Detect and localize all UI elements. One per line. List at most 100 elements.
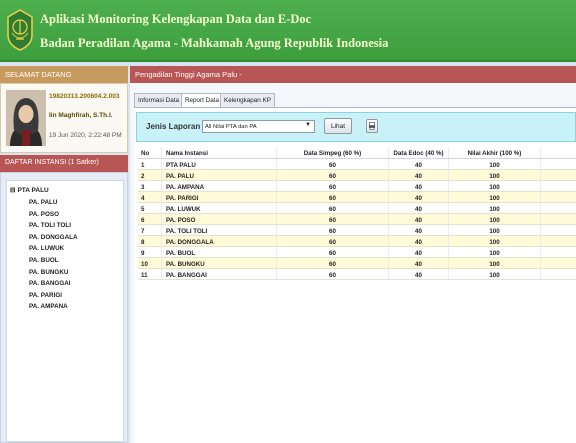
table-row[interactable]: 4 PA. PARIGI 60 40 100 xyxy=(138,192,576,203)
print-icon xyxy=(369,122,375,130)
row-data-simpeg-cell: 60 xyxy=(277,247,389,257)
select-value: All Nilai PTA dan PA xyxy=(205,124,257,130)
row-data-simpeg-cell: 60 xyxy=(277,214,389,224)
row-filler-cell xyxy=(541,159,576,169)
table-row[interactable]: 10 PA. BUNGKU 60 40 100 xyxy=(138,258,576,269)
row-nama-instansi-cell: PA. PARIGI xyxy=(162,192,277,202)
header-nilai-akhir[interactable]: Nilai Akhir (100 %) xyxy=(449,147,541,158)
row-filler-cell xyxy=(541,236,576,246)
header-nama-instansi[interactable]: Nama Instansi xyxy=(162,147,277,158)
row-nama-instansi-cell: PA. BUOL xyxy=(162,247,277,257)
row-no-cell: 6 xyxy=(138,214,162,224)
tree-item[interactable]: PA. TOLI TOLI xyxy=(29,222,78,234)
row-data-simpeg-cell: 60 xyxy=(277,258,389,268)
tree-item[interactable]: PA. BUNGKU xyxy=(29,269,78,281)
user-photo-icon xyxy=(6,90,46,146)
tab-informasi-data[interactable]: Informasi Data xyxy=(134,93,183,107)
instansi-panel: ⊟ PTA PALU PA. PALU PA. POSO PA. TOLI TOL… xyxy=(0,172,128,443)
row-nilai-akhir-cell: 100 xyxy=(449,236,541,246)
row-data-edoc-cell: 40 xyxy=(389,247,449,257)
row-data-edoc-cell: 40 xyxy=(389,170,449,180)
tree-item[interactable]: PA. BANGGAI xyxy=(29,280,78,292)
row-nilai-akhir-cell: 100 xyxy=(449,159,541,169)
row-data-simpeg-cell: 60 xyxy=(277,269,389,279)
header-data-edoc[interactable]: Data Edoc (40 %) xyxy=(389,147,449,158)
dropdown-arrow-icon[interactable]: ▼ xyxy=(305,122,311,128)
tree-item[interactable]: PA. AMPANA xyxy=(29,303,78,315)
table-header: No Nama Instansi Data Simpeg (60 %) Data… xyxy=(138,147,576,159)
tab-kelengkapan-kp[interactable]: Kelengkapan KP xyxy=(220,93,275,107)
row-data-simpeg-cell: 60 xyxy=(277,170,389,180)
row-data-edoc-cell: 40 xyxy=(389,214,449,224)
tab-report-data[interactable]: Report Data xyxy=(181,93,223,108)
row-no-cell: 9 xyxy=(138,247,162,257)
table-row[interactable]: 1 PTA PALU 60 40 100 xyxy=(138,159,576,170)
row-no-cell: 7 xyxy=(138,225,162,235)
header-no[interactable]: No xyxy=(138,147,162,158)
row-no-cell: 4 xyxy=(138,192,162,202)
row-no-cell: 3 xyxy=(138,181,162,191)
row-nilai-akhir-cell: 100 xyxy=(449,214,541,224)
table-row[interactable]: 6 PA. POSO 60 40 100 xyxy=(138,214,576,225)
table-body: 1 PTA PALU 60 40 100 2 PA. PALU 60 40 100 3 PA. AMP… xyxy=(138,159,576,280)
row-nama-instansi-cell: PA. LUWUK xyxy=(162,203,277,213)
table-row[interactable]: 5 PA. LUWUK 60 40 100 xyxy=(138,203,576,214)
row-no-cell: 10 xyxy=(138,258,162,268)
tree-item[interactable]: PA. BUOL xyxy=(29,257,78,269)
row-no-cell: 1 xyxy=(138,159,162,169)
report-data-panel: Jenis Laporan All Nilai PTA dan PA ▼ Lih… xyxy=(134,107,576,443)
avatar xyxy=(6,90,46,146)
tree-item[interactable]: PA. DONGGALA xyxy=(29,234,78,246)
row-nama-instansi-cell: PA. TOLI TOLI xyxy=(162,225,277,235)
row-filler-cell xyxy=(541,247,576,257)
row-data-edoc-cell: 40 xyxy=(389,258,449,268)
row-nilai-akhir-cell: 100 xyxy=(449,258,541,268)
row-no-cell: 8 xyxy=(138,236,162,246)
row-filler-cell xyxy=(541,181,576,191)
table-row[interactable]: 3 PA. AMPANA 60 40 100 xyxy=(138,181,576,192)
row-data-edoc-cell: 40 xyxy=(389,269,449,279)
row-data-simpeg-cell: 60 xyxy=(277,225,389,235)
row-data-edoc-cell: 40 xyxy=(389,203,449,213)
print-button[interactable] xyxy=(366,119,378,133)
tree-item[interactable]: PA. PALU xyxy=(29,199,78,211)
main-panel-title: Pengadilan Tinggi Agama Palu - xyxy=(130,66,576,83)
user-name: Iin Maghfirah, S.Th.I. xyxy=(49,112,113,119)
row-data-simpeg-cell: 60 xyxy=(277,203,389,213)
row-filler-cell xyxy=(541,203,576,213)
row-nilai-akhir-cell: 100 xyxy=(449,225,541,235)
tree-item[interactable]: PA. POSO xyxy=(29,211,78,223)
row-data-simpeg-cell: 60 xyxy=(277,159,389,169)
row-filler-cell xyxy=(541,258,576,268)
row-nama-instansi-cell: PA. BANGGAI xyxy=(162,269,277,279)
row-filler-cell xyxy=(541,269,576,279)
row-nilai-akhir-cell: 100 xyxy=(449,181,541,191)
report-table: No Nama Instansi Data Simpeg (60 %) Data… xyxy=(138,147,576,280)
row-data-simpeg-cell: 60 xyxy=(277,181,389,191)
tree-item[interactable]: PA. LUWUK xyxy=(29,245,78,257)
row-nilai-akhir-cell: 100 xyxy=(449,203,541,213)
lihat-button[interactable]: Lihat xyxy=(324,118,352,134)
user-nip: 19820313.200604.2.003 xyxy=(49,93,120,100)
row-data-edoc-cell: 40 xyxy=(389,225,449,235)
table-row[interactable]: 2 PA. PALU 60 40 100 xyxy=(138,170,576,181)
jenis-laporan-select[interactable]: All Nilai PTA dan PA ▼ xyxy=(202,120,315,133)
tree-collapse-icon[interactable]: ⊟ xyxy=(10,186,15,194)
row-nama-instansi-cell: PA. DONGGALA xyxy=(162,236,277,246)
table-row[interactable]: 9 PA. BUOL 60 40 100 xyxy=(138,247,576,258)
row-data-simpeg-cell: 60 xyxy=(277,192,389,202)
table-row[interactable]: 11 PA. BANGGAI 60 40 100 xyxy=(138,269,576,280)
row-nama-instansi-cell: PA. PALU xyxy=(162,170,277,180)
header-filler xyxy=(541,147,576,158)
table-row[interactable]: 7 PA. TOLI TOLI 60 40 100 xyxy=(138,225,576,236)
tree-root-item[interactable]: ⊟ PTA PALU xyxy=(10,186,49,194)
row-nilai-akhir-cell: 100 xyxy=(449,247,541,257)
header-data-simpeg[interactable]: Data Simpeg (60 %) xyxy=(277,147,389,158)
row-data-edoc-cell: 40 xyxy=(389,236,449,246)
tree-item[interactable]: PA. PARIGI xyxy=(29,292,78,304)
row-data-simpeg-cell: 60 xyxy=(277,236,389,246)
row-data-edoc-cell: 40 xyxy=(389,192,449,202)
row-nama-instansi-cell: PA. AMPANA xyxy=(162,181,277,191)
table-row[interactable]: 8 PA. DONGGALA 60 40 100 xyxy=(138,236,576,247)
row-data-edoc-cell: 40 xyxy=(389,181,449,191)
